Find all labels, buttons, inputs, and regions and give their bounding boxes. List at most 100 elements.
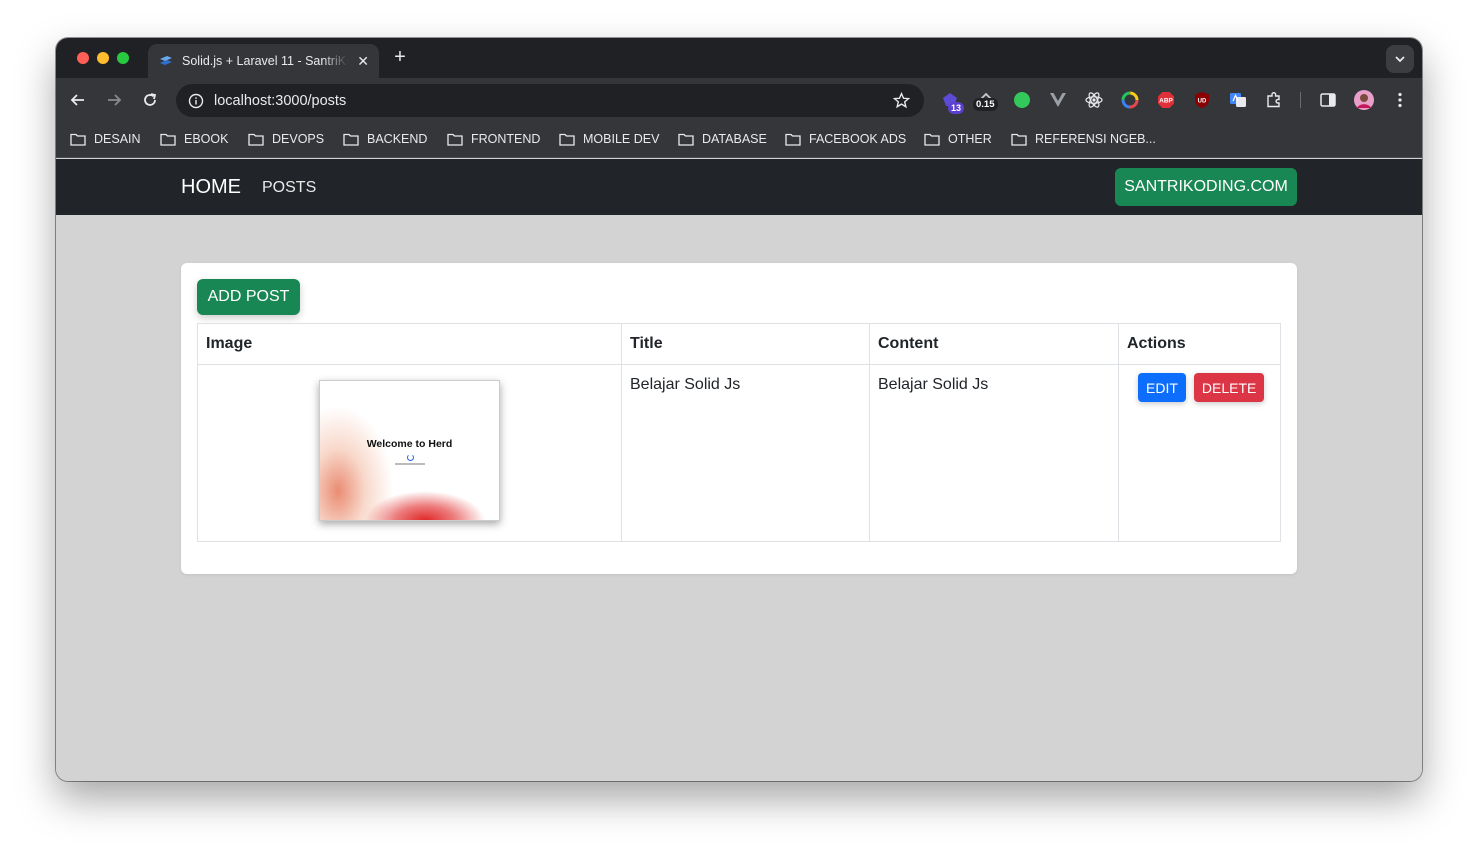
folder-icon (248, 133, 264, 146)
thumbnail-caption: Welcome to Herd (366, 438, 453, 450)
browser-window: Solid.js + Laravel 11 - SantriKoding ✕ + (56, 38, 1422, 781)
delete-button[interactable]: DELETE (1193, 373, 1265, 402)
bookmarks-bar: DESAIN EBOOK DEVOPS BACKEND FRONTEND MOB… (56, 122, 1422, 158)
site-info-icon[interactable] (188, 93, 204, 109)
green-circle-icon (1014, 92, 1030, 108)
minimize-window-button[interactable] (97, 52, 109, 64)
folder-icon (1011, 133, 1027, 146)
bookmark-folder-other[interactable]: OTHER (924, 132, 992, 146)
row-actions: EDIT DELETE (1127, 373, 1272, 402)
navbar-brand-home[interactable]: HOME (181, 176, 241, 199)
ublock-shield-icon: UD (1195, 92, 1209, 108)
bookmark-label: OTHER (948, 132, 992, 146)
posts-card: ADD POST Image Title Content Actions Wel (181, 263, 1297, 574)
cell-actions: EDIT DELETE (1118, 364, 1281, 542)
extension-react[interactable] (1084, 90, 1104, 110)
tab-title: Solid.js + Laravel 11 - SantriKoding (182, 54, 348, 68)
bookmark-label: BACKEND (367, 132, 428, 146)
folder-icon (559, 133, 575, 146)
extension-adblock[interactable]: ABP (1156, 90, 1176, 110)
google-translate-icon (1230, 93, 1246, 107)
star-bookmark-icon[interactable] (893, 92, 910, 109)
folder-icon (70, 133, 86, 146)
close-window-button[interactable] (77, 52, 89, 64)
address-bar[interactable]: localhost:3000/posts (176, 84, 924, 117)
toolbar-divider (1300, 92, 1301, 108)
post-thumbnail: Welcome to Herd (319, 380, 500, 521)
extensions-menu-button[interactable] (1264, 90, 1284, 110)
folder-icon (160, 133, 176, 146)
extension-value-badge: 0.15 (973, 98, 998, 111)
extension-vue[interactable] (1048, 90, 1068, 110)
reload-button[interactable] (140, 90, 160, 110)
add-post-button[interactable]: ADD POST (197, 279, 300, 315)
reload-icon (144, 93, 157, 106)
url-text: localhost:3000/posts (214, 92, 347, 109)
extension-color-ring[interactable] (1120, 90, 1140, 110)
table-row: Welcome to Herd Belajar Solid Js Belajar… (197, 364, 1281, 542)
posts-table: Image Title Content Actions Welcome to H… (197, 323, 1281, 542)
extension-icon-badge-count[interactable]: 13 (940, 90, 965, 114)
folder-icon (785, 133, 801, 146)
bookmark-folder-referensi[interactable]: REFERENSI NGEB... (1011, 132, 1156, 146)
table-header-row: Image Title Content Actions (197, 323, 1281, 365)
bookmark-label: DATABASE (702, 132, 767, 146)
new-tab-button[interactable]: + (390, 46, 410, 69)
bookmark-folder-database[interactable]: DATABASE (678, 132, 767, 146)
extension-ublock[interactable]: UD (1192, 90, 1212, 110)
avatar-icon (1354, 90, 1374, 110)
abp-icon: ABP (1158, 92, 1174, 108)
header-actions: Actions (1118, 323, 1281, 365)
folder-icon (343, 133, 359, 146)
forward-button[interactable] (104, 90, 124, 110)
santrikoding-button[interactable]: SANTRIKODING.COM (1115, 168, 1297, 206)
bookmark-label: MOBILE DEV (583, 132, 660, 146)
extension-icon-badge-value[interactable]: 0.15 (973, 90, 998, 111)
folder-icon (447, 133, 463, 146)
puzzle-icon (1267, 92, 1280, 108)
ud-label: UD (1198, 99, 1207, 105)
side-panel-icon (1320, 93, 1336, 107)
cell-content: Belajar Solid Js (869, 364, 1119, 542)
spinner-icon (407, 454, 414, 461)
bookmark-folder-facebook-ads[interactable]: FACEBOOK ADS (785, 132, 906, 146)
thumbnail-subtext-line (395, 463, 425, 465)
chevron-down-icon (1395, 56, 1405, 63)
tab-close-icon[interactable]: ✕ (357, 53, 369, 70)
web-page: HOME POSTS SANTRIKODING.COM ADD POST Ima… (56, 159, 1422, 781)
more-vertical-icon (1398, 92, 1402, 108)
bookmark-folder-devops[interactable]: DEVOPS (248, 132, 324, 146)
header-content: Content (869, 323, 1119, 365)
browser-menu-button[interactable] (1390, 90, 1410, 110)
bookmark-folder-ebook[interactable]: EBOOK (160, 132, 228, 146)
bookmark-folder-backend[interactable]: BACKEND (343, 132, 427, 146)
bookmark-folder-frontend[interactable]: FRONTEND (447, 132, 540, 146)
header-title: Title (621, 323, 870, 365)
side-panel-button[interactable] (1318, 90, 1338, 110)
tab-search-button[interactable] (1386, 45, 1414, 73)
profile-avatar[interactable] (1354, 90, 1374, 110)
bookmark-label: EBOOK (184, 132, 229, 146)
arrow-left-icon (70, 94, 84, 106)
browser-tab-active[interactable]: Solid.js + Laravel 11 - SantriKoding ✕ (148, 44, 379, 78)
bookmark-label: DESAIN (94, 132, 141, 146)
bookmark-folder-mobile-dev[interactable]: MOBILE DEV (559, 132, 659, 146)
vue-devtools-icon (1050, 93, 1066, 107)
browser-toolbar: localhost:3000/posts 13 0.15 ABP UD (56, 78, 1422, 122)
back-button[interactable] (68, 90, 88, 110)
abp-label: ABP (1159, 98, 1173, 105)
bookmark-label: FACEBOOK ADS (809, 132, 907, 146)
bookmark-label: FRONTEND (471, 132, 541, 146)
arrow-right-icon (108, 94, 122, 106)
extension-green-dot[interactable] (1012, 90, 1032, 110)
bookmark-folder-desain[interactable]: DESAIN (70, 132, 141, 146)
folder-icon (678, 133, 694, 146)
extension-translate[interactable] (1228, 90, 1248, 110)
nav-link-posts[interactable]: POSTS (262, 179, 316, 197)
maximize-window-button[interactable] (117, 52, 129, 64)
edit-button[interactable]: EDIT (1138, 373, 1186, 402)
bookmark-label: DEVOPS (272, 132, 325, 146)
tab-strip: Solid.js + Laravel 11 - SantriKoding ✕ + (56, 38, 1422, 78)
site-navbar: HOME POSTS SANTRIKODING.COM (56, 159, 1422, 215)
bookmark-label: REFERENSI NGEB... (1035, 132, 1156, 146)
